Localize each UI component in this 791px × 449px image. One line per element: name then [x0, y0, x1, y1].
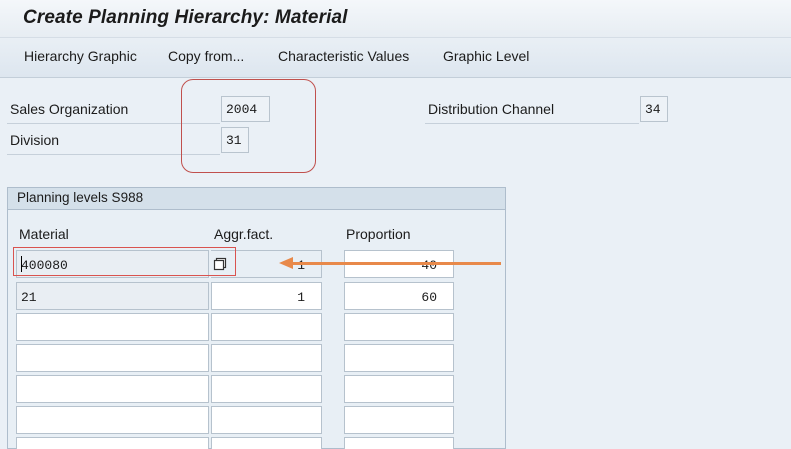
material-cell[interactable] [16, 344, 209, 372]
annotation-highlight-material [13, 247, 236, 276]
proportion-cell[interactable] [344, 375, 454, 403]
planning-levels-header: Planning levels S988 [8, 188, 505, 210]
annotation-highlight-header [181, 79, 316, 173]
title-bar: Create Planning Hierarchy: Material [0, 0, 791, 38]
annotation-arrow-head [279, 257, 293, 269]
column-header-proportion: Proportion [346, 226, 411, 242]
aggr-fact-cell[interactable] [211, 406, 322, 434]
division-label: Division [10, 132, 60, 148]
sap-screen: Create Planning Hierarchy: Material Hier… [0, 0, 791, 449]
dist-channel-label: Distribution Channel [428, 101, 555, 117]
aggr-fact-cell[interactable] [211, 313, 322, 341]
page-title: Create Planning Hierarchy: Material [23, 7, 348, 28]
aggr-fact-cell[interactable] [211, 437, 322, 449]
proportion-cell[interactable] [344, 313, 454, 341]
planning-levels-title: Planning levels S988 [17, 190, 144, 205]
characteristic-values-button[interactable]: Characteristic Values [278, 48, 409, 64]
material-cell[interactable] [16, 375, 209, 403]
proportion-cell[interactable] [344, 437, 454, 449]
dist-channel-underline [425, 123, 639, 124]
hierarchy-graphic-button[interactable]: Hierarchy Graphic [24, 48, 137, 64]
aggr-fact-cell[interactable] [211, 375, 322, 403]
application-toolbar: Hierarchy Graphic Copy from... Character… [0, 38, 791, 78]
material-cell[interactable] [16, 437, 209, 449]
sales-org-label: Sales Organization [10, 101, 129, 117]
annotation-arrow-shaft [293, 262, 501, 265]
column-header-aggr-fact: Aggr.fact. [214, 226, 274, 242]
proportion-cell[interactable]: 60 [344, 282, 454, 310]
column-header-material: Material [19, 226, 69, 242]
dist-channel-field[interactable]: 34 [640, 96, 668, 122]
aggr-fact-cell[interactable]: 1 [211, 282, 322, 310]
graphic-level-button[interactable]: Graphic Level [443, 48, 529, 64]
aggr-fact-cell[interactable] [211, 344, 322, 372]
copy-from-button[interactable]: Copy from... [168, 48, 244, 64]
material-cell[interactable] [16, 406, 209, 434]
proportion-cell[interactable] [344, 344, 454, 372]
proportion-cell[interactable] [344, 406, 454, 434]
material-cell[interactable]: 21 [16, 282, 209, 310]
material-cell[interactable] [16, 313, 209, 341]
